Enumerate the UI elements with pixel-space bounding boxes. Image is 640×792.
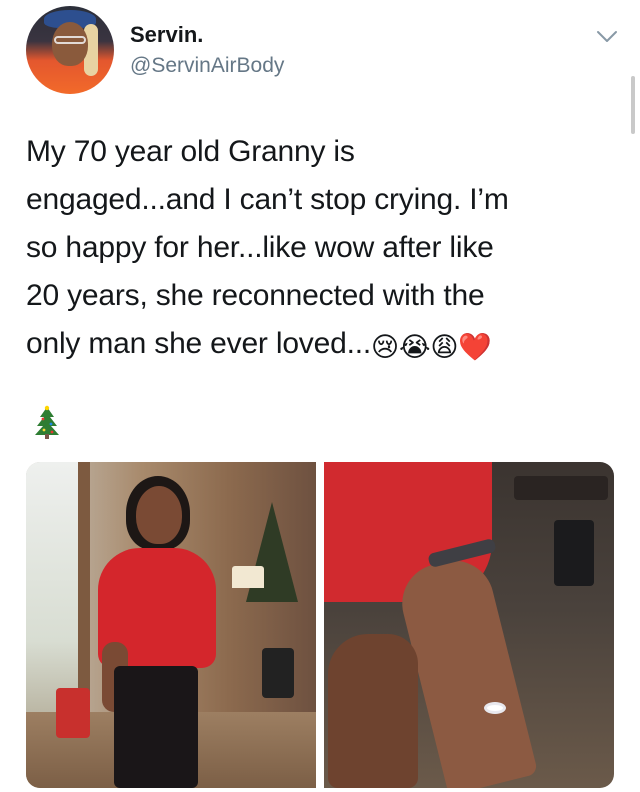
scrollbar[interactable] (631, 76, 635, 134)
tweet-text-line: engaged...and I can’t stop crying. I’m (26, 183, 509, 216)
photo-hand-with-ring[interactable] (324, 462, 614, 788)
avatar[interactable] (26, 6, 114, 94)
tweet-media[interactable] (26, 462, 614, 788)
holding-hand (328, 634, 418, 788)
tweet-text-line: My 70 year old Granny is (26, 135, 355, 168)
tweet-text-line: only man she ever loved... (26, 327, 371, 360)
author-handle[interactable]: @ServinAirBody (130, 54, 284, 78)
speaker (554, 520, 594, 586)
loudly-crying-face-icon: 😭 (398, 332, 431, 362)
table (514, 476, 608, 500)
glasses (54, 36, 86, 44)
tweet-text-line: 20 years, she reconnected with the (26, 279, 485, 312)
engagement-ring (484, 702, 506, 714)
black-pants (114, 666, 198, 788)
red-wagon (56, 688, 90, 738)
weary-face-icon: 😩 (430, 332, 459, 362)
woman-face (136, 486, 182, 544)
crying-face-icon: 😢 (371, 332, 399, 362)
lamp (232, 566, 264, 588)
tweet: Servin. @ServinAirBody My 70 year old Gr… (0, 0, 640, 792)
author-name[interactable]: Servin. (130, 22, 203, 48)
chevron-down-icon[interactable] (596, 30, 618, 44)
tweet-text-line-last: only man she ever loved...😢😭😩❤️ (26, 320, 606, 368)
speaker (262, 648, 294, 698)
christmas-tree-icon (35, 405, 59, 439)
face (52, 22, 88, 66)
red-heart-icon: ❤️ (458, 332, 492, 362)
tweet-text: My 70 year old Granny is engaged...and I… (26, 128, 606, 368)
photo-woman-in-red-sweater[interactable] (26, 462, 316, 788)
tweet-text-line: so happy for her...like wow after like (26, 231, 494, 264)
